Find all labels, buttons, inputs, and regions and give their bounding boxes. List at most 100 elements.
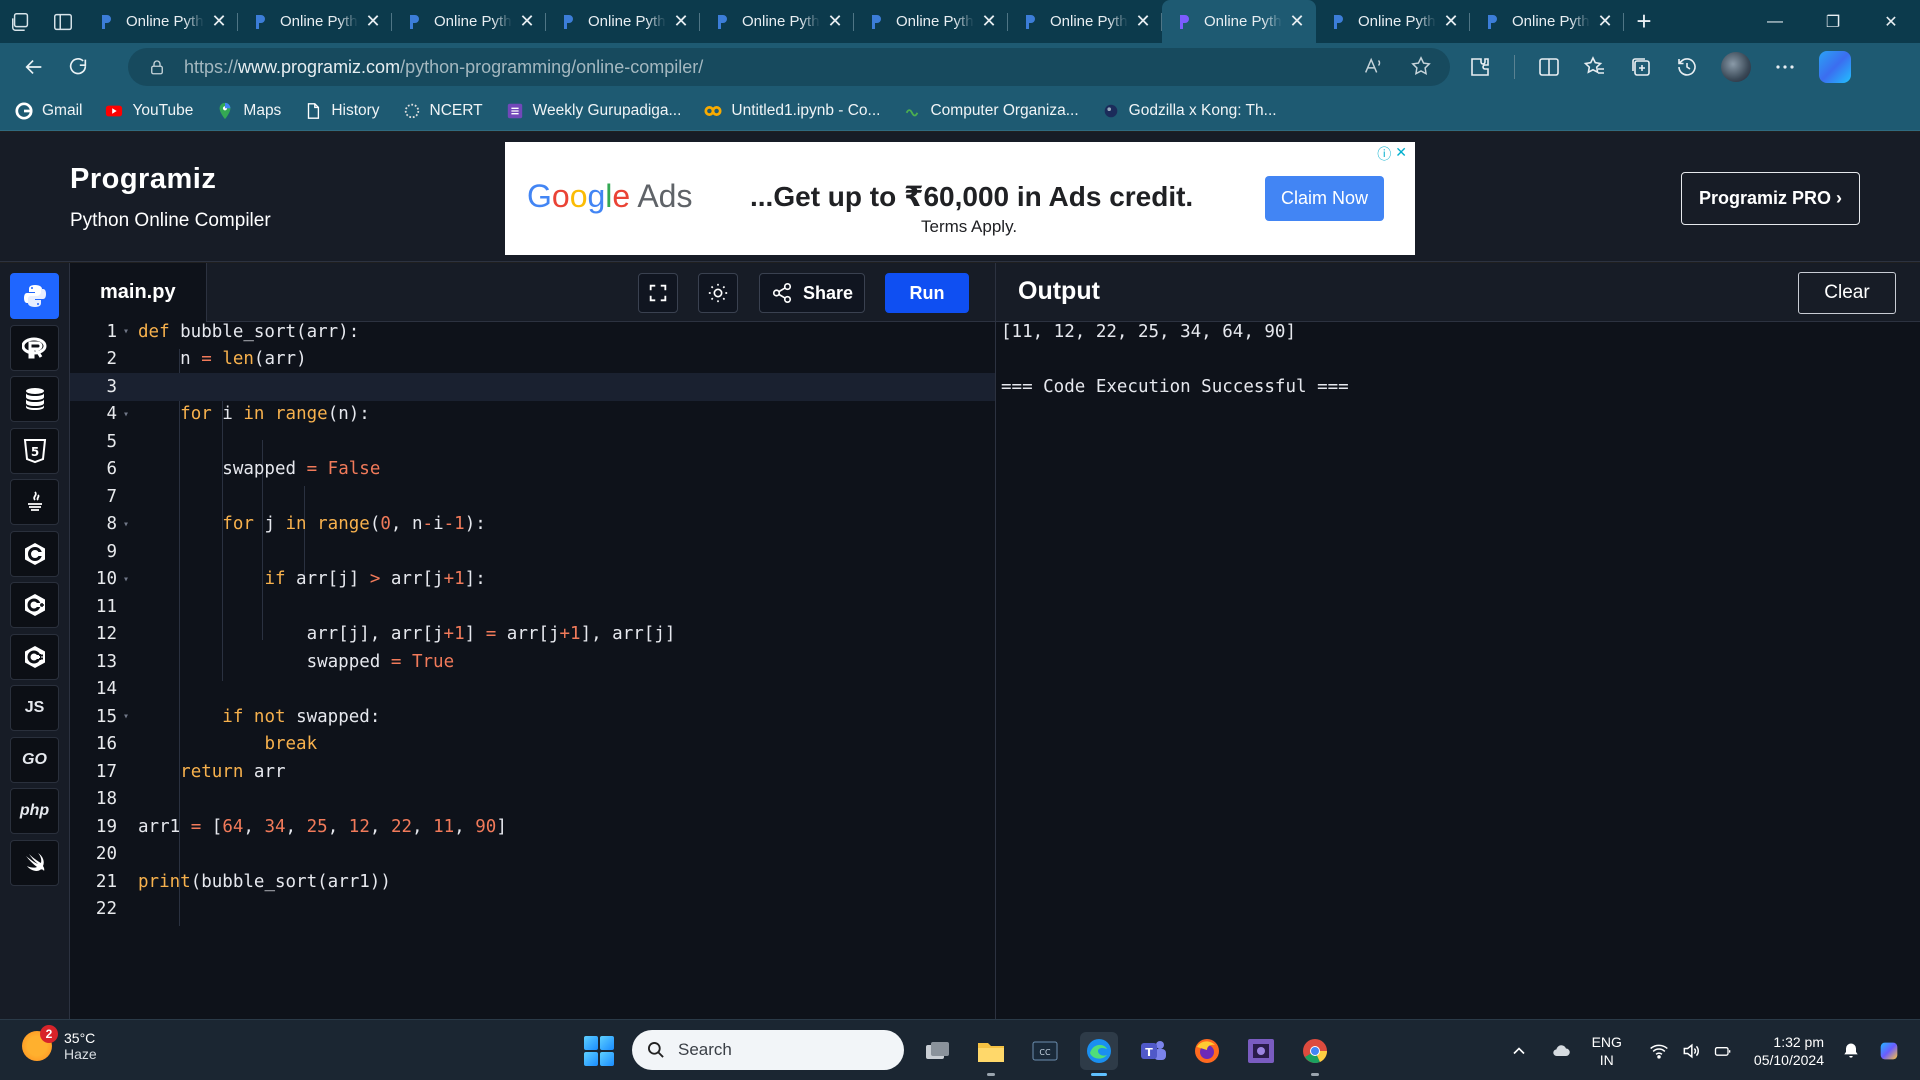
- code-line[interactable]: 12 arr[j], arr[j+1] = arr[j+1], arr[j]: [70, 621, 995, 649]
- volume-icon[interactable]: [1680, 1040, 1702, 1062]
- bookmark-item[interactable]: YouTube: [104, 101, 193, 121]
- wifi-icon[interactable]: [1648, 1040, 1670, 1062]
- browser-tab[interactable]: Online Python ✕: [238, 0, 392, 43]
- close-tab-icon[interactable]: ✕: [1596, 11, 1614, 31]
- close-tab-icon[interactable]: ✕: [980, 11, 998, 31]
- fold-arrow-icon[interactable]: ▾: [117, 409, 135, 420]
- app-icon[interactable]: CC: [1026, 1032, 1064, 1070]
- code-line[interactable]: 4 ▾ for i in range(n):: [70, 401, 995, 429]
- browser-tab[interactable]: Online Python ✕: [1470, 0, 1624, 43]
- favorites-icon[interactable]: [1583, 55, 1607, 79]
- code-line[interactable]: 18: [70, 786, 995, 814]
- start-button[interactable]: [584, 1036, 614, 1066]
- bookmark-item[interactable]: NCERT: [402, 101, 483, 121]
- code-line[interactable]: 21 print(bubble_sort(arr1)): [70, 868, 995, 896]
- tab-actions-icon[interactable]: [42, 0, 84, 43]
- close-tab-icon[interactable]: ✕: [210, 11, 228, 31]
- browser-tab[interactable]: Online Python ✕: [854, 0, 1008, 43]
- teams-icon[interactable]: T: [1134, 1032, 1172, 1070]
- bookmark-item[interactable]: History: [303, 101, 380, 121]
- fold-arrow-icon[interactable]: ▾: [117, 519, 135, 530]
- weather-widget[interactable]: 2 35°C Haze: [22, 1025, 97, 1062]
- input-language[interactable]: ENG IN: [1592, 1033, 1622, 1069]
- browser-tab[interactable]: Online Python ✕: [700, 0, 854, 43]
- task-view-icon[interactable]: [918, 1032, 956, 1070]
- browser-tab[interactable]: Online Python ✕: [546, 0, 700, 43]
- collections-icon[interactable]: [1629, 55, 1653, 79]
- split-screen-icon[interactable]: [1537, 55, 1561, 79]
- browser-tab[interactable]: Online Python ✕: [392, 0, 546, 43]
- close-tab-icon[interactable]: ✕: [672, 11, 690, 31]
- back-button[interactable]: [12, 47, 56, 87]
- code-line[interactable]: 13 swapped = True: [70, 648, 995, 676]
- code-line[interactable]: 2 n = len(arr): [70, 346, 995, 374]
- read-aloud-icon[interactable]: [1362, 55, 1384, 77]
- code-line[interactable]: 22: [70, 896, 995, 924]
- language-html-button[interactable]: 5: [10, 427, 59, 474]
- code-line[interactable]: 9: [70, 538, 995, 566]
- language-r-button[interactable]: [10, 324, 59, 371]
- bookmark-item[interactable]: Untitled1.ipynb - Co...: [703, 101, 880, 121]
- ad-close-icon[interactable]: ✕: [1395, 144, 1407, 164]
- close-window-button[interactable]: ✕: [1862, 0, 1920, 43]
- edge-icon[interactable]: [1080, 1032, 1118, 1076]
- language-cpp-button[interactable]: [10, 582, 59, 628]
- code-line[interactable]: 1 ▾ def bubble_sort(arr):: [70, 318, 995, 346]
- refresh-button[interactable]: [56, 47, 100, 87]
- language-python-button[interactable]: [10, 273, 59, 319]
- bookmark-item[interactable]: Computer Organiza...: [902, 101, 1079, 121]
- code-line[interactable]: 11: [70, 593, 995, 621]
- address-bar[interactable]: https://www.programiz.com/python-program…: [128, 48, 1450, 86]
- browser-tab[interactable]: Online Python ✕: [1316, 0, 1470, 43]
- battery-icon[interactable]: [1712, 1040, 1734, 1062]
- file-tab-main-py[interactable]: main.py: [70, 263, 207, 322]
- google-ads-banner[interactable]: Google Ads ...Get up to ₹60,000 in Ads c…: [505, 142, 1415, 255]
- bookmark-item[interactable]: Weekly Gurupadiga...: [505, 101, 681, 121]
- firefox-icon[interactable]: [1188, 1032, 1226, 1070]
- code-line[interactable]: 14: [70, 676, 995, 704]
- ad-info-icon[interactable]: ⓘ: [1377, 144, 1391, 164]
- fold-arrow-icon[interactable]: ▾: [117, 326, 135, 337]
- output-console[interactable]: [11, 12, 22, 25, 34, 64, 90] === Code Exe…: [996, 322, 1920, 1019]
- bookmark-item[interactable]: Maps: [215, 101, 281, 121]
- code-line[interactable]: 19 arr1 = [64, 34, 25, 12, 22, 11, 90]: [70, 813, 995, 841]
- language-sql-button[interactable]: [10, 376, 59, 422]
- close-tab-icon[interactable]: ✕: [826, 11, 844, 31]
- bookmark-item[interactable]: Godzilla x Kong: Th...: [1101, 101, 1277, 121]
- language-go-button[interactable]: GO: [10, 736, 59, 783]
- new-tab-button[interactable]: +: [1624, 0, 1664, 43]
- language-java-button[interactable]: [10, 479, 59, 525]
- history-icon[interactable]: [1675, 55, 1699, 79]
- favorite-star-icon[interactable]: [1410, 55, 1432, 77]
- code-line[interactable]: 8 ▾ for j in range(0, n-i-1):: [70, 511, 995, 539]
- more-menu-icon[interactable]: [1773, 55, 1797, 79]
- chevron-up-icon[interactable]: [1508, 1040, 1530, 1062]
- language-c-button[interactable]: [10, 530, 59, 577]
- close-tab-icon[interactable]: ✕: [1134, 11, 1152, 31]
- workspaces-icon[interactable]: [0, 0, 42, 43]
- fold-arrow-icon[interactable]: ▾: [117, 711, 135, 722]
- language-php-button[interactable]: php: [10, 788, 59, 834]
- code-editor[interactable]: 1 ▾ def bubble_sort(arr): 2 n = len(arr) 3 4 ▾…: [70, 322, 995, 1019]
- programiz-pro-button[interactable]: Programiz PRO ›: [1681, 172, 1860, 225]
- url-text[interactable]: https://www.programiz.com/python-program…: [184, 57, 703, 78]
- chrome-icon[interactable]: [1296, 1032, 1334, 1076]
- lock-icon[interactable]: [148, 58, 166, 76]
- restore-button[interactable]: ❐: [1804, 0, 1862, 43]
- bookmark-item[interactable]: Gmail: [14, 101, 82, 121]
- code-line[interactable]: 15 ▾ if not swapped:: [70, 703, 995, 731]
- fullscreen-button[interactable]: [638, 273, 678, 313]
- taskbar-search[interactable]: Search: [632, 1030, 904, 1070]
- browser-tab[interactable]: Online Python ✕: [84, 0, 238, 43]
- code-line[interactable]: 3: [70, 373, 995, 401]
- fold-arrow-icon[interactable]: ▾: [117, 574, 135, 585]
- code-line[interactable]: 7: [70, 483, 995, 511]
- close-tab-icon[interactable]: ✕: [1288, 11, 1306, 31]
- clock[interactable]: 1:32 pm 05/10/2024: [1754, 1033, 1824, 1069]
- code-line[interactable]: 5: [70, 428, 995, 456]
- language-js-button[interactable]: JS: [10, 685, 59, 731]
- claim-now-button[interactable]: Claim Now: [1265, 176, 1384, 221]
- close-tab-icon[interactable]: ✕: [364, 11, 382, 31]
- clear-button[interactable]: Clear: [1798, 272, 1896, 314]
- copilot-icon[interactable]: [1819, 51, 1851, 83]
